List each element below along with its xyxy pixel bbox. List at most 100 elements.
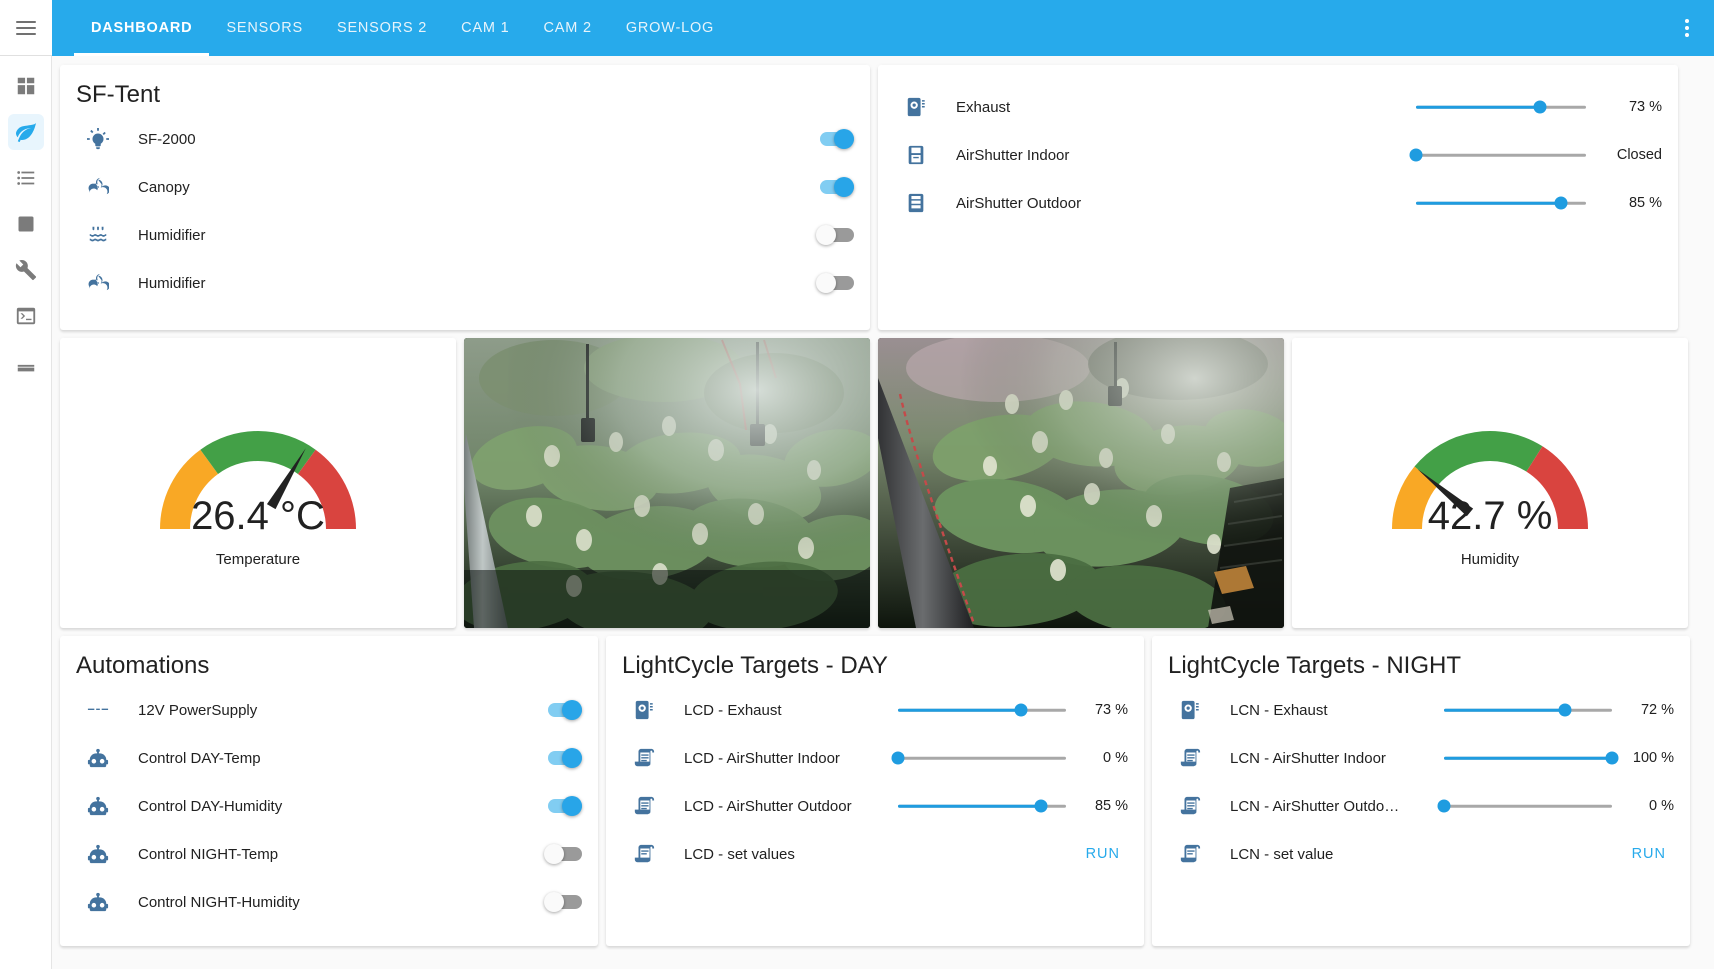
script-icon [624, 843, 664, 865]
value-slider[interactable] [898, 797, 1066, 815]
toggle-switch[interactable] [544, 748, 582, 768]
sidebar-item-terminal[interactable] [8, 298, 44, 334]
slider-value: 72 % [1640, 702, 1674, 718]
tab-cam-2[interactable]: CAM 2 [527, 0, 609, 56]
slider-value: 100 % [1632, 750, 1674, 766]
hamburger-menu-icon[interactable] [16, 20, 36, 35]
entity-row: SF-2000 [60, 115, 870, 163]
slider-group: 85 % [898, 797, 1128, 815]
slider-thumb[interactable] [1014, 703, 1028, 717]
script-icon [1170, 843, 1210, 865]
entity-name: Humidifier [138, 274, 206, 292]
toggle-switch[interactable] [544, 796, 582, 816]
tab-sensors[interactable]: SENSORS [209, 0, 320, 56]
slider-thumb[interactable] [1533, 100, 1547, 114]
sf-tent-card: SF-Tent SF-2000 Canopy Humidifier Humidifie… [60, 65, 870, 330]
camera-1-card[interactable] [464, 338, 870, 628]
slider-thumb[interactable] [891, 751, 905, 765]
dots-vertical-icon[interactable] [1674, 15, 1700, 41]
sidebar-item-history[interactable] [8, 206, 44, 242]
entity-row: LCN - AirShutter Indoor 100 % [1152, 734, 1690, 782]
lightbulb-on-icon [78, 128, 118, 150]
slider-value: 0 % [1649, 798, 1674, 814]
lightcycle-day-title: LightCycle Targets - DAY [622, 652, 888, 679]
value-slider[interactable] [1437, 797, 1612, 815]
camera-2-card[interactable] [878, 338, 1284, 628]
slider-value: 73 % [1094, 702, 1128, 718]
entity-row: Control NIGHT-Humidity [60, 878, 598, 926]
air-shutter-icon [896, 192, 936, 214]
format-list-bulleted-icon [15, 167, 37, 189]
value-slider[interactable] [1444, 701, 1612, 719]
value-slider[interactable] [1416, 98, 1586, 116]
tab-sensors-2[interactable]: SENSORS 2 [320, 0, 444, 56]
entity-row: LCD - set values RUN [606, 830, 1144, 878]
slider-thumb[interactable] [1605, 751, 1619, 765]
run-button[interactable]: RUN [1624, 841, 1674, 867]
tab-dashboard[interactable]: DASHBOARD [74, 0, 210, 56]
slider-thumb[interactable] [1034, 799, 1048, 813]
sidebar-item-grow[interactable] [7, 114, 44, 150]
sf-tent-rows: SF-2000 Canopy Humidifier Humidifier [60, 115, 870, 307]
toggle-switch[interactable] [544, 844, 582, 864]
entity-row: LCN - AirShutter Outdo… 0 % [1152, 782, 1690, 830]
tab-cam-1[interactable]: CAM 1 [444, 0, 526, 56]
toggle-switch[interactable] [816, 273, 854, 293]
slider-thumb[interactable] [1437, 799, 1451, 813]
entity-row: LCD - Exhaust 73 % [606, 686, 1144, 734]
script-text-icon [624, 795, 664, 817]
slider-thumb[interactable] [1409, 148, 1423, 162]
fan-speed-icon [896, 96, 936, 118]
temperature-gauge-card: 26.4 °C Temperature [60, 338, 456, 628]
value-slider[interactable] [898, 701, 1066, 719]
value-slider[interactable] [1409, 146, 1586, 164]
toggle-switch[interactable] [816, 225, 854, 245]
sidebar-item-logbook[interactable] [8, 160, 44, 196]
run-button[interactable]: RUN [1078, 841, 1128, 867]
slider-thumb[interactable] [1558, 703, 1572, 717]
entity-row: Humidifier [60, 211, 870, 259]
sidebar-item-developer-tools[interactable] [8, 252, 44, 288]
fans-rows: Exhaust 73 % AirShutter Indoor Closed AirShu… [878, 83, 1678, 227]
dashboard-content: SF-Tent SF-2000 Canopy Humidifier Humidifie… [52, 56, 1714, 969]
toggle-switch[interactable] [816, 129, 854, 149]
toggle-knob [544, 892, 564, 912]
value-slider[interactable] [891, 749, 1066, 767]
slider-value: 73 % [1628, 99, 1662, 115]
slider-fill [898, 804, 1041, 808]
tab-label: SENSORS [226, 20, 303, 36]
slider-rail [898, 756, 1066, 760]
entity-name: 12V PowerSupply [138, 701, 258, 719]
sidebar-item-hacs[interactable] [8, 346, 44, 382]
toggle-knob [562, 748, 582, 768]
value-slider[interactable] [1444, 749, 1619, 767]
lightcycle-day-card: LightCycle Targets - DAY LCD - Exhaust 73… [606, 636, 1144, 946]
slider-group: Closed [1409, 146, 1662, 164]
toggle-knob [816, 225, 836, 245]
air-filter-icon [896, 144, 936, 166]
entity-name: Control NIGHT-Humidity [138, 893, 300, 911]
tab-label: DASHBOARD [91, 20, 193, 36]
menu-zone [0, 0, 52, 56]
entity-row: Canopy [60, 163, 870, 211]
tab-grow-log[interactable]: GROW-LOG [609, 0, 731, 56]
entity-name: LCD - AirShutter Indoor [684, 749, 840, 767]
toggle-switch[interactable] [544, 892, 582, 912]
automations-title: Automations [76, 652, 210, 679]
value-slider[interactable] [1416, 194, 1586, 212]
slider-fill [1444, 756, 1612, 760]
entity-row: LCD - AirShutter Outdoor 85 % [606, 782, 1144, 830]
sidebar-item-overview[interactable] [8, 68, 44, 104]
slider-group: 0 % [891, 749, 1128, 767]
toggle-knob [562, 700, 582, 720]
slider-fill [1444, 708, 1565, 712]
tab-label: SENSORS 2 [336, 20, 428, 36]
wrench-icon [15, 259, 37, 281]
toggle-switch[interactable] [816, 177, 854, 197]
slider-thumb[interactable] [1554, 196, 1567, 210]
gauge-label: Temperature [215, 550, 301, 568]
toggle-switch[interactable] [544, 700, 582, 720]
slider-value: Closed [1616, 147, 1662, 163]
entity-row: AirShutter Indoor Closed [878, 131, 1678, 179]
humidity-gauge-card: 42.7 % Humidity [1292, 338, 1688, 628]
